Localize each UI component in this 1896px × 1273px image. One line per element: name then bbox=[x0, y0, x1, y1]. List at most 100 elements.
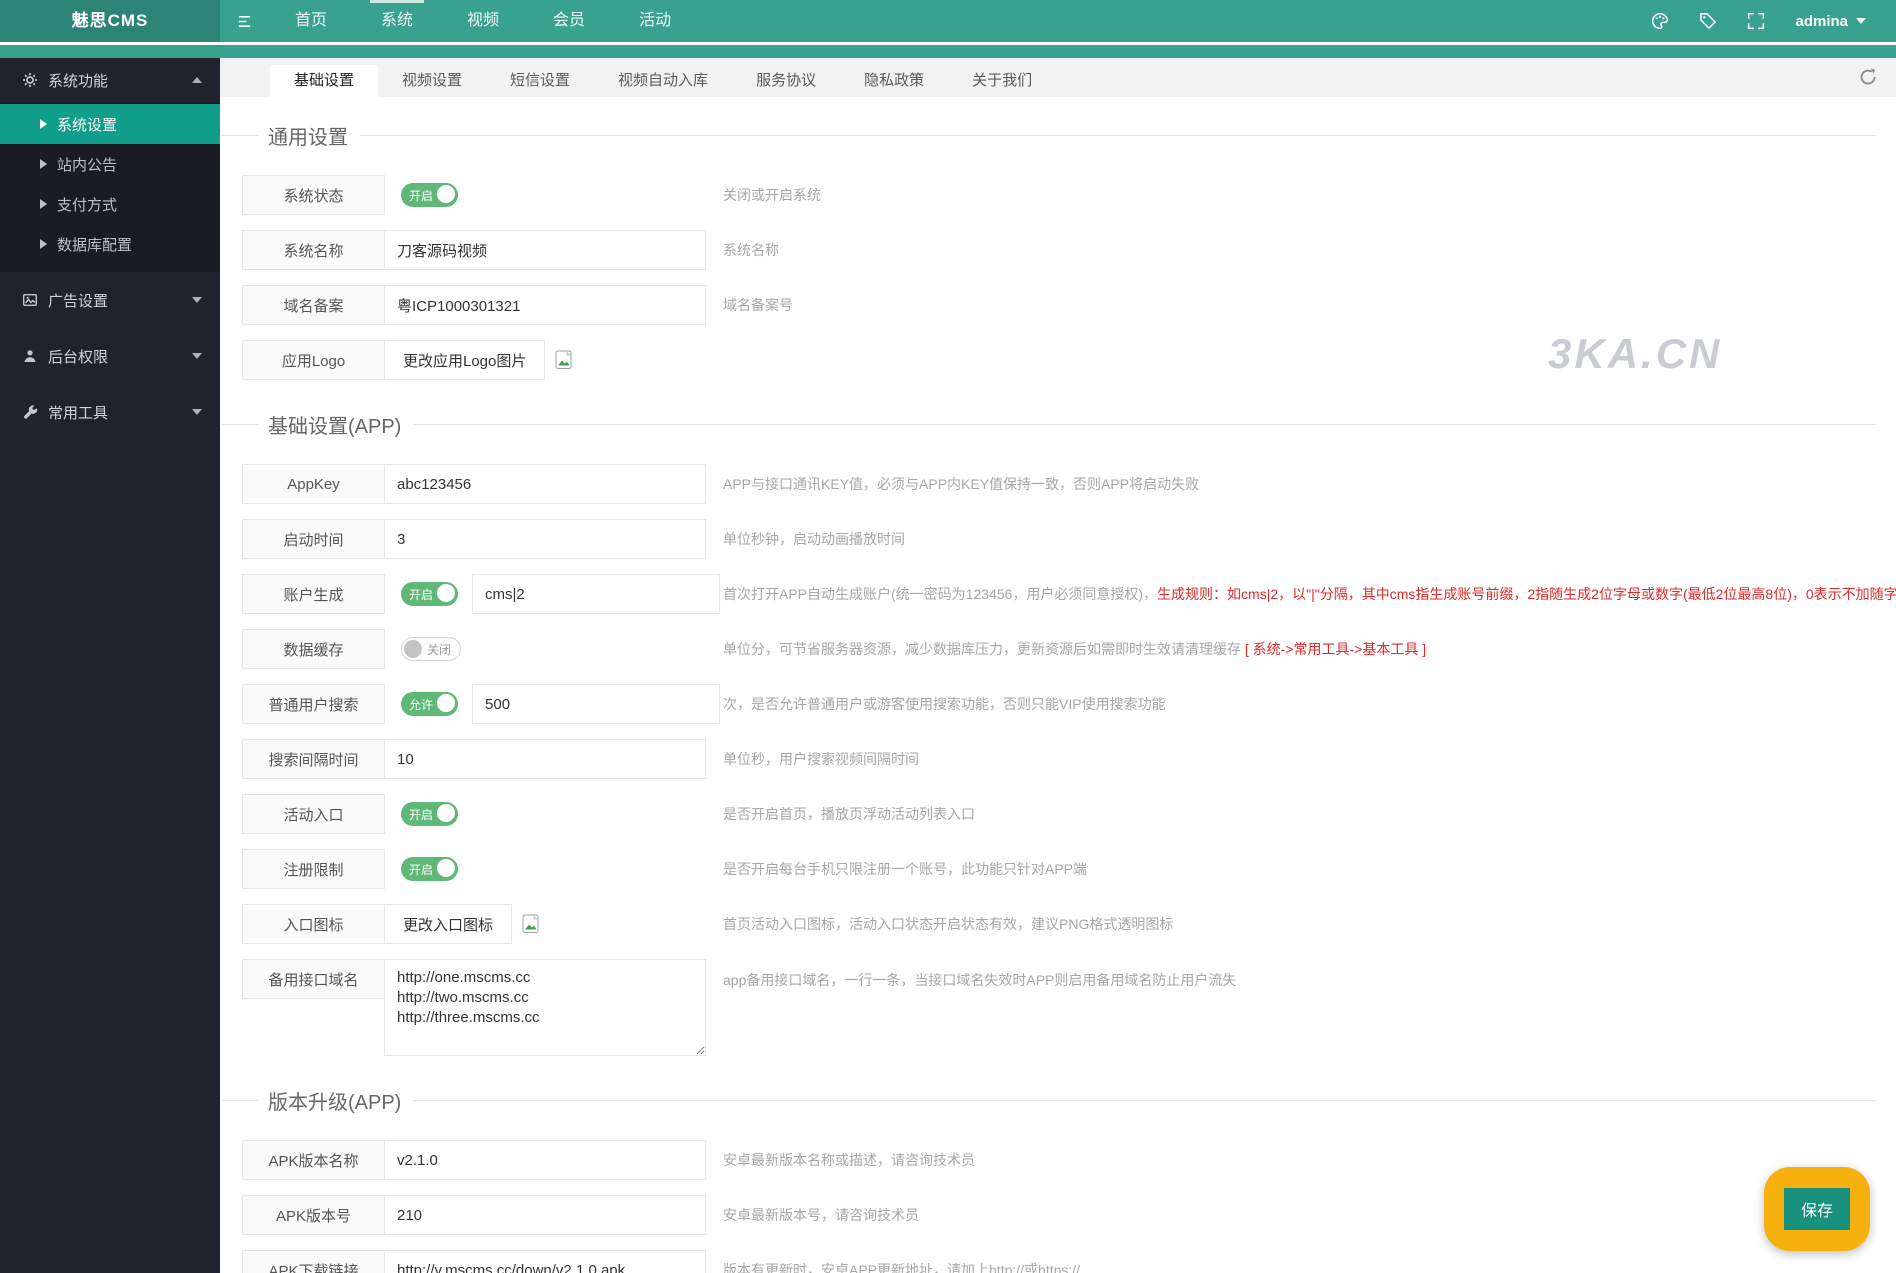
chevron-down-icon bbox=[192, 353, 202, 359]
palette-icon[interactable] bbox=[1651, 12, 1669, 30]
field-label: 入口图标 bbox=[242, 904, 385, 944]
help-segment: 首次打开APP自动生成账户(统一密码为123456，用户必须同意授权)， bbox=[723, 586, 1157, 602]
tag-icon[interactable] bbox=[1699, 12, 1717, 30]
toggle-label: 允许 bbox=[409, 696, 433, 713]
nav-item-2[interactable]: 系统 bbox=[354, 0, 440, 42]
toggle-knob bbox=[437, 185, 455, 203]
form-row: 账户生成开启首次打开APP自动生成账户(统一密码为123456，用户必须同意授权… bbox=[242, 574, 1896, 614]
toggle-on[interactable]: 开启 bbox=[401, 183, 458, 207]
field-label: 启动时间 bbox=[242, 519, 385, 559]
toggle-on[interactable]: 开启 bbox=[401, 582, 458, 606]
watermark: 3KA.CN bbox=[1548, 330, 1722, 378]
field-label: 数据缓存 bbox=[242, 629, 385, 669]
help-text: 次，是否允许普通用户或游客使用搜索功能，否则只能VIP使用搜索功能 bbox=[723, 694, 1166, 714]
tab-2[interactable]: 视频设置 bbox=[378, 65, 486, 97]
sidebar-group-label: 系统功能 bbox=[48, 70, 192, 91]
nav-item-3[interactable]: 视频 bbox=[440, 0, 526, 42]
user-menu[interactable]: admina bbox=[1795, 13, 1866, 30]
form-row: APK版本号安卓最新版本号，请咨询技术员 bbox=[242, 1195, 1896, 1235]
refresh-icon[interactable] bbox=[1858, 67, 1878, 87]
sidebar-item-4[interactable]: 数据库配置 bbox=[0, 224, 220, 264]
help-text: 安卓最新版本名称或描述，请咨询技术员 bbox=[723, 1150, 975, 1170]
heading-line bbox=[222, 1100, 258, 1101]
tab-1[interactable]: 基础设置 bbox=[270, 65, 378, 97]
sidebar-item-2[interactable]: 站内公告 bbox=[0, 144, 220, 184]
text-input[interactable] bbox=[384, 230, 706, 270]
header-divider bbox=[0, 42, 1896, 45]
text-input[interactable] bbox=[384, 1195, 706, 1235]
tab-4[interactable]: 视频自动入库 bbox=[594, 65, 732, 97]
field-label: 活动入口 bbox=[242, 794, 385, 834]
sidebar-group-1[interactable]: 系统功能 bbox=[0, 58, 220, 102]
caret-right-icon bbox=[40, 199, 47, 209]
help-segment: app备用接口域名，一行一条，当接口域名失效时APP则启用备用域名防止用户流失 bbox=[723, 972, 1236, 988]
tab-5[interactable]: 服务协议 bbox=[732, 65, 840, 97]
help-segment: 次，是否允许普通用户或游客使用搜索功能，否则只能VIP使用搜索功能 bbox=[723, 696, 1166, 712]
textarea-input[interactable] bbox=[384, 959, 706, 1056]
form-row: 启动时间单位秒钟，启动动画播放时间 bbox=[242, 519, 1896, 559]
heading-line bbox=[222, 135, 258, 136]
tab-7[interactable]: 关于我们 bbox=[948, 65, 1056, 97]
help-segment: 是否开启每台手机只限注册一个账号，此功能只针对APP端 bbox=[723, 861, 1087, 877]
form-row: 注册限制开启是否开启每台手机只限注册一个账号，此功能只针对APP端 bbox=[242, 849, 1896, 889]
field-label: AppKey bbox=[242, 464, 385, 504]
form-row: 系统状态 开启 关闭或开启系统 bbox=[242, 175, 1896, 215]
help-segment: 安卓最新版本号，请咨询技术员 bbox=[723, 1207, 919, 1223]
form-row-left: 备用接口域名 bbox=[242, 959, 723, 1056]
text-input[interactable] bbox=[384, 1140, 706, 1180]
toggle-knob bbox=[437, 584, 455, 602]
change-image-button[interactable]: 更改入口图标 bbox=[384, 904, 512, 944]
fullscreen-icon[interactable] bbox=[1747, 12, 1765, 30]
form-row: APK下载链接版本有更新时，安卓APP更新地址，请加上http://或https… bbox=[242, 1250, 1896, 1273]
nav-item-4[interactable]: 会员 bbox=[526, 0, 612, 42]
text-input[interactable] bbox=[384, 285, 706, 325]
save-button[interactable]: 保存 bbox=[1764, 1167, 1870, 1251]
text-input[interactable] bbox=[384, 519, 706, 559]
top-nav: 首页系统视频会员活动 bbox=[268, 0, 698, 42]
section-title: 基础设置(APP) bbox=[258, 410, 413, 439]
help-segment: 安卓最新版本名称或描述，请咨询技术员 bbox=[723, 1152, 975, 1168]
sidebar-group-2[interactable]: 广告设置 bbox=[0, 272, 220, 328]
text-input[interactable] bbox=[472, 574, 720, 614]
sidebar-item-1[interactable]: 系统设置 bbox=[0, 104, 220, 144]
help-text: 版本有更新时，安卓APP更新地址，请加上http://或https:// bbox=[723, 1260, 1080, 1273]
field-label: 系统状态 bbox=[242, 175, 385, 215]
toggle-off[interactable]: 关闭 bbox=[401, 637, 461, 661]
section-title: 版本升级(APP) bbox=[258, 1086, 413, 1115]
sidebar-item-3[interactable]: 支付方式 bbox=[0, 184, 220, 224]
toggle-on[interactable]: 开启 bbox=[401, 857, 458, 881]
toggle-knob bbox=[437, 804, 455, 822]
form-row-left: 启动时间 bbox=[242, 519, 723, 559]
tab-6[interactable]: 隐私政策 bbox=[840, 65, 948, 97]
toggle-on[interactable]: 允许 bbox=[401, 692, 458, 716]
help-text: 是否开启每台手机只限注册一个账号，此功能只针对APP端 bbox=[723, 859, 1087, 879]
text-input[interactable] bbox=[384, 464, 706, 504]
nav-item-5[interactable]: 活动 bbox=[612, 0, 698, 42]
form-row: AppKeyAPP与接口通讯KEY值，必须与APP内KEY值保持一致，否则APP… bbox=[242, 464, 1896, 504]
nav-item-1[interactable]: 首页 bbox=[268, 0, 354, 42]
heading-line bbox=[413, 424, 1876, 425]
field-label: 域名备案 bbox=[242, 285, 385, 325]
toggle-knob bbox=[437, 859, 455, 877]
toggle-on[interactable]: 开启 bbox=[401, 802, 458, 826]
broken-image-icon bbox=[555, 350, 573, 370]
sidebar-collapse-icon[interactable] bbox=[220, 0, 268, 42]
help-segment: 域名备案号 bbox=[723, 297, 793, 313]
field-label: 备用接口域名 bbox=[242, 959, 385, 999]
sidebar-group-3[interactable]: 后台权限 bbox=[0, 328, 220, 384]
toggle-label: 开启 bbox=[409, 187, 433, 204]
help-segment: 是否开启首页，播放页浮动活动列表入口 bbox=[723, 806, 975, 822]
change-image-button[interactable]: 更改应用Logo图片 bbox=[384, 340, 545, 380]
header-actions: admina bbox=[1651, 0, 1896, 42]
heading-line bbox=[360, 135, 1876, 136]
text-input[interactable] bbox=[384, 739, 706, 779]
sidebar-group-4[interactable]: 常用工具 bbox=[0, 384, 220, 440]
help-text: 关闭或开启系统 bbox=[723, 185, 821, 205]
form-row-left: 活动入口开启 bbox=[242, 794, 723, 834]
toggle-label: 开启 bbox=[409, 586, 433, 603]
form-row-left: 域名备案 bbox=[242, 285, 723, 325]
tab-3[interactable]: 短信设置 bbox=[486, 65, 594, 97]
text-input[interactable] bbox=[472, 684, 720, 724]
caret-right-icon bbox=[40, 119, 47, 129]
text-input[interactable] bbox=[384, 1250, 706, 1273]
